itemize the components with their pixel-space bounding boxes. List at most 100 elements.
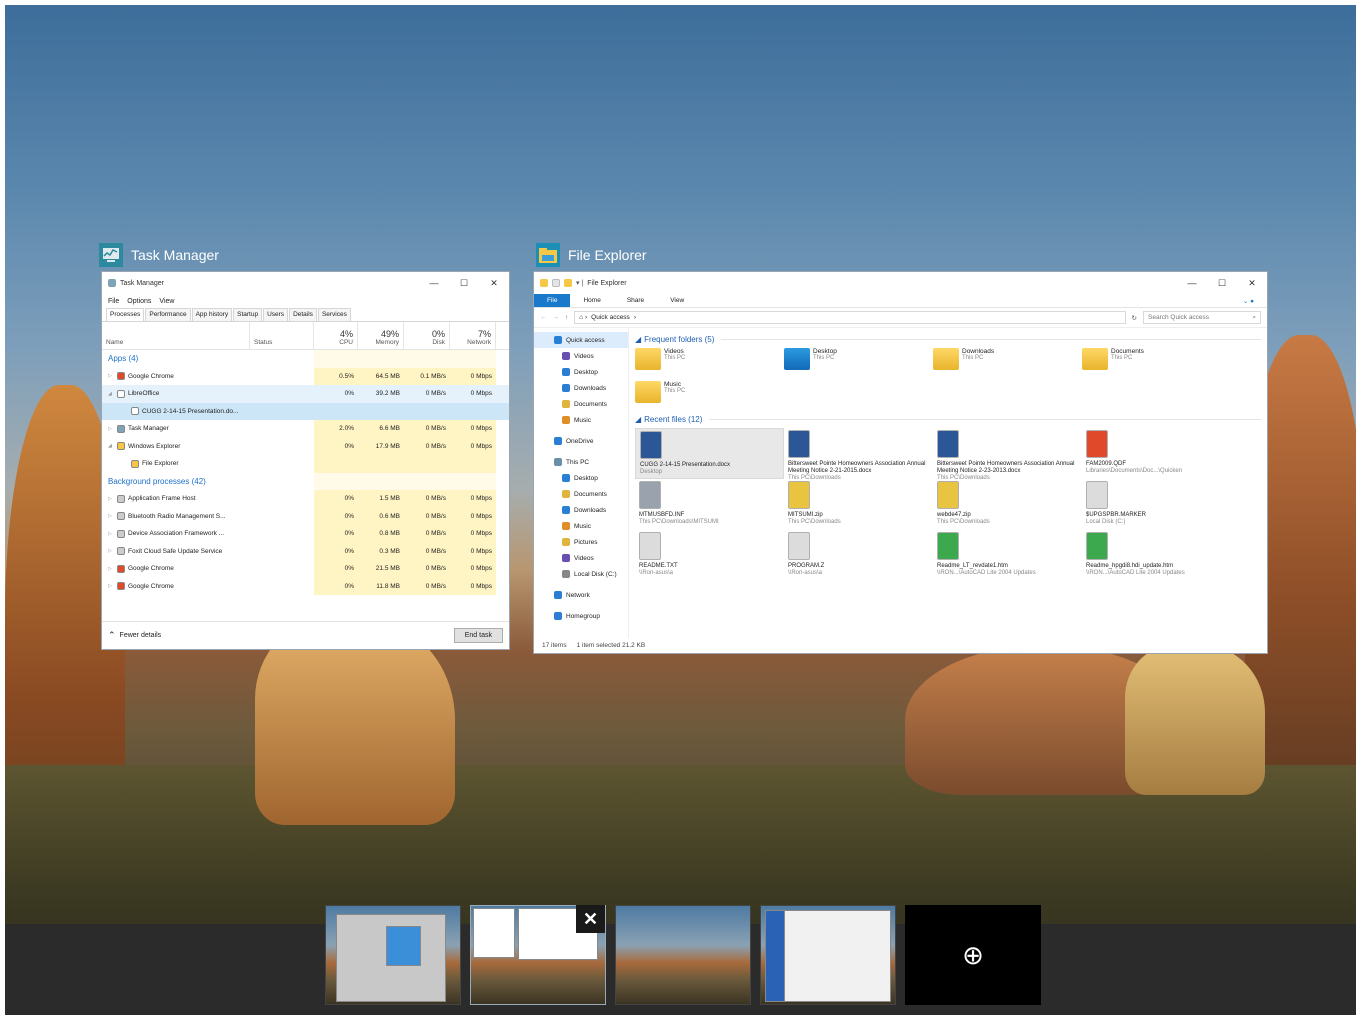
- table-row[interactable]: ◢ Windows Explorer 0% 17.9 MB 0 MB/s 0 Mbps: [102, 437, 509, 455]
- recent-file-item[interactable]: Readme_LT_revdate1.htm \\RON...\AutoCAD L…: [933, 530, 1082, 581]
- table-row[interactable]: ▷ Device Association Framework ... 0% 0.8 M…: [102, 525, 509, 543]
- chevron-up-icon[interactable]: ⌃: [108, 630, 116, 641]
- tab-users[interactable]: Users: [263, 308, 289, 321]
- col-status[interactable]: Status: [250, 322, 314, 349]
- refresh-icon[interactable]: ↻: [1132, 314, 1137, 322]
- nav-item-documents[interactable]: Documents: [534, 396, 628, 412]
- menu-item-view[interactable]: View: [159, 298, 174, 305]
- virtual-desktop-thumbnail[interactable]: [325, 905, 461, 1005]
- table-row[interactable]: ▷ Google Chrome 0% 11.8 MB 0 MB/s 0 Mbps: [102, 577, 509, 595]
- nav-item-documents[interactable]: Documents: [534, 486, 628, 502]
- menu-item-options[interactable]: Options: [127, 298, 151, 305]
- task-manager-window[interactable]: Task Manager — ☐ ✕ File Options View Proce…: [101, 271, 510, 650]
- nav-item-music[interactable]: Music: [534, 412, 628, 428]
- table-row[interactable]: ▷ Bluetooth Radio Management S... 0% 0.6 MB…: [102, 507, 509, 525]
- close-desktop-button[interactable]: ✕: [576, 905, 605, 933]
- expand-chevron-icon[interactable]: ▷: [108, 513, 114, 519]
- forward-arrow-icon[interactable]: →: [553, 314, 560, 321]
- task-manager-label[interactable]: Task Manager: [97, 241, 219, 269]
- expand-chevron-icon[interactable]: ▷: [108, 496, 114, 502]
- minimize-icon[interactable]: —: [1177, 278, 1207, 289]
- frequent-folders-header[interactable]: ◢ Frequent folders (5): [635, 332, 1261, 346]
- expand-chevron-icon[interactable]: ▷: [108, 566, 114, 572]
- expand-chevron-icon[interactable]: ▷: [108, 426, 114, 432]
- col-cpu[interactable]: 4% CPU: [314, 322, 358, 349]
- maximize-icon[interactable]: ☐: [449, 278, 479, 289]
- recent-file-item[interactable]: Readme_hpgdi8.hdi_update.htm \\RON...\Aut…: [1082, 530, 1231, 581]
- nav-item-network[interactable]: Network: [534, 587, 628, 603]
- expand-chevron-icon[interactable]: ◢: [108, 391, 114, 397]
- nav-item-onedrive[interactable]: OneDrive: [534, 433, 628, 449]
- nav-item-videos[interactable]: Videos: [534, 550, 628, 566]
- col-network[interactable]: 7% Network: [450, 322, 496, 349]
- virtual-desktop-thumbnail[interactable]: [615, 905, 751, 1005]
- frequent-folder-music[interactable]: Music This PC: [635, 379, 784, 412]
- expand-chevron-icon[interactable]: ▷: [108, 548, 114, 554]
- tab-performance[interactable]: Performance: [145, 308, 191, 321]
- ribbon-tab-file[interactable]: File: [534, 294, 571, 307]
- table-row[interactable]: CUGG 2-14-15 Presentation.do...: [102, 402, 509, 420]
- nav-item-homegroup[interactable]: Homegroup: [534, 608, 628, 624]
- col-memory[interactable]: 49% Memory: [358, 322, 404, 349]
- col-name[interactable]: Name: [102, 322, 250, 349]
- frequent-folder-videos[interactable]: Videos This PC: [635, 346, 784, 379]
- back-arrow-icon[interactable]: ←: [540, 314, 547, 321]
- expand-chevron-icon[interactable]: ◢: [108, 443, 114, 449]
- menu-item-file[interactable]: File: [108, 298, 119, 305]
- frequent-folder-downloads[interactable]: Downloads This PC: [933, 346, 1082, 379]
- virtual-desktop-thumbnail[interactable]: [760, 905, 896, 1005]
- maximize-icon[interactable]: ☐: [1207, 278, 1237, 289]
- recent-file-item[interactable]: Bittersweet Pointe Homeowners Associatio…: [933, 428, 1082, 481]
- properties-icon[interactable]: [552, 279, 560, 287]
- fewer-details-link[interactable]: Fewer details: [120, 632, 162, 639]
- expand-chevron-icon[interactable]: ▷: [108, 583, 114, 589]
- file-explorer-label[interactable]: File Explorer: [534, 241, 647, 269]
- tab-details[interactable]: Details: [289, 308, 317, 321]
- tab-startup[interactable]: Startup: [233, 308, 263, 321]
- nav-item-music[interactable]: Music: [534, 518, 628, 534]
- group-header[interactable]: Apps (4): [102, 350, 509, 368]
- new-desktop-button[interactable]: ⊕: [905, 905, 1041, 1005]
- tab-services[interactable]: Services: [317, 308, 351, 321]
- ribbon-tab-share[interactable]: Share: [614, 297, 657, 304]
- recent-file-item[interactable]: $UPGSPBR.MARKER Local Disk (C:): [1082, 479, 1231, 530]
- ribbon-expand-icon[interactable]: ⌄ ●: [1230, 297, 1267, 305]
- ribbon-tab-view[interactable]: View: [657, 297, 697, 304]
- minimize-icon[interactable]: —: [419, 278, 449, 289]
- nav-item-desktop[interactable]: Desktop: [534, 364, 628, 380]
- recent-file-item[interactable]: FAM2009.QDF Libraries\Documents\Doc...\Qu…: [1082, 428, 1231, 479]
- nav-item-local-disk-c-[interactable]: Local Disk (C:): [534, 566, 628, 582]
- nav-item-pictures[interactable]: Pictures: [534, 534, 628, 550]
- recent-file-item[interactable]: PROGRAM.Z \\Ron-asus\a: [784, 530, 933, 581]
- table-row[interactable]: ▷ Google Chrome 0.5% 64.5 MB 0.1 MB/s 0 Mbps: [102, 367, 509, 385]
- search-input[interactable]: Search Quick access ⌕: [1143, 311, 1261, 324]
- expand-chevron-icon[interactable]: ▷: [108, 373, 114, 379]
- table-row[interactable]: ▷ Task Manager 2.0% 6.6 MB 0 MB/s 0 Mbps: [102, 420, 509, 438]
- close-icon[interactable]: ✕: [479, 278, 509, 289]
- tab-processes[interactable]: Processes: [106, 308, 145, 321]
- table-row[interactable]: File Explorer: [102, 455, 509, 473]
- table-row[interactable]: ▷ Google Chrome 0% 21.5 MB 0 MB/s 0 Mbps: [102, 560, 509, 578]
- customize-toolbar-icon[interactable]: ▾ |: [576, 279, 583, 287]
- close-icon[interactable]: ✕: [1237, 278, 1267, 289]
- table-row[interactable]: ▷ Foxit Cloud Safe Update Service 0% 0.3 MB…: [102, 542, 509, 560]
- recent-file-item[interactable]: Bittersweet Pointe Homeowners Associatio…: [784, 428, 933, 481]
- recent-file-item[interactable]: webde47.zip This PC\Downloads: [933, 479, 1082, 530]
- recent-file-item[interactable]: MTMUSBFD.INF This PC\Downloads\MITSUMI: [635, 479, 784, 530]
- tab-app-history[interactable]: App history: [191, 308, 233, 321]
- address-bar[interactable]: ⌂ › Quick access ›: [574, 311, 1126, 324]
- table-row[interactable]: ▷ Application Frame Host 0% 1.5 MB 0 MB/s 0 M…: [102, 490, 509, 508]
- recent-file-item[interactable]: CUGG 2-14-15 Presentation.docx Desktop: [635, 428, 784, 479]
- nav-item-downloads[interactable]: Downloads: [534, 502, 628, 518]
- process-list[interactable]: Apps (4) ▷ Google Chrome 0.5% 64.5 MB 0.1 MB/…: [102, 350, 509, 640]
- file-explorer-window[interactable]: ▾ | File Explorer — ☐ ✕ File Home Share Vie…: [533, 271, 1268, 654]
- expand-chevron-icon[interactable]: ▷: [108, 531, 114, 537]
- recent-file-item[interactable]: README.TXT \\Ron-asus\a: [635, 530, 784, 581]
- frequent-folder-desktop[interactable]: Desktop This PC: [784, 346, 933, 379]
- end-task-button[interactable]: End task: [453, 628, 503, 643]
- recent-files-header[interactable]: ◢ Recent files (12): [635, 412, 1261, 426]
- ribbon-tab-home[interactable]: Home: [570, 297, 613, 304]
- table-row[interactable]: ◢ LibreOffice 0% 39.2 MB 0 MB/s 0 Mbps: [102, 385, 509, 403]
- nav-item-downloads[interactable]: Downloads: [534, 380, 628, 396]
- nav-item-this-pc[interactable]: This PC: [534, 454, 628, 470]
